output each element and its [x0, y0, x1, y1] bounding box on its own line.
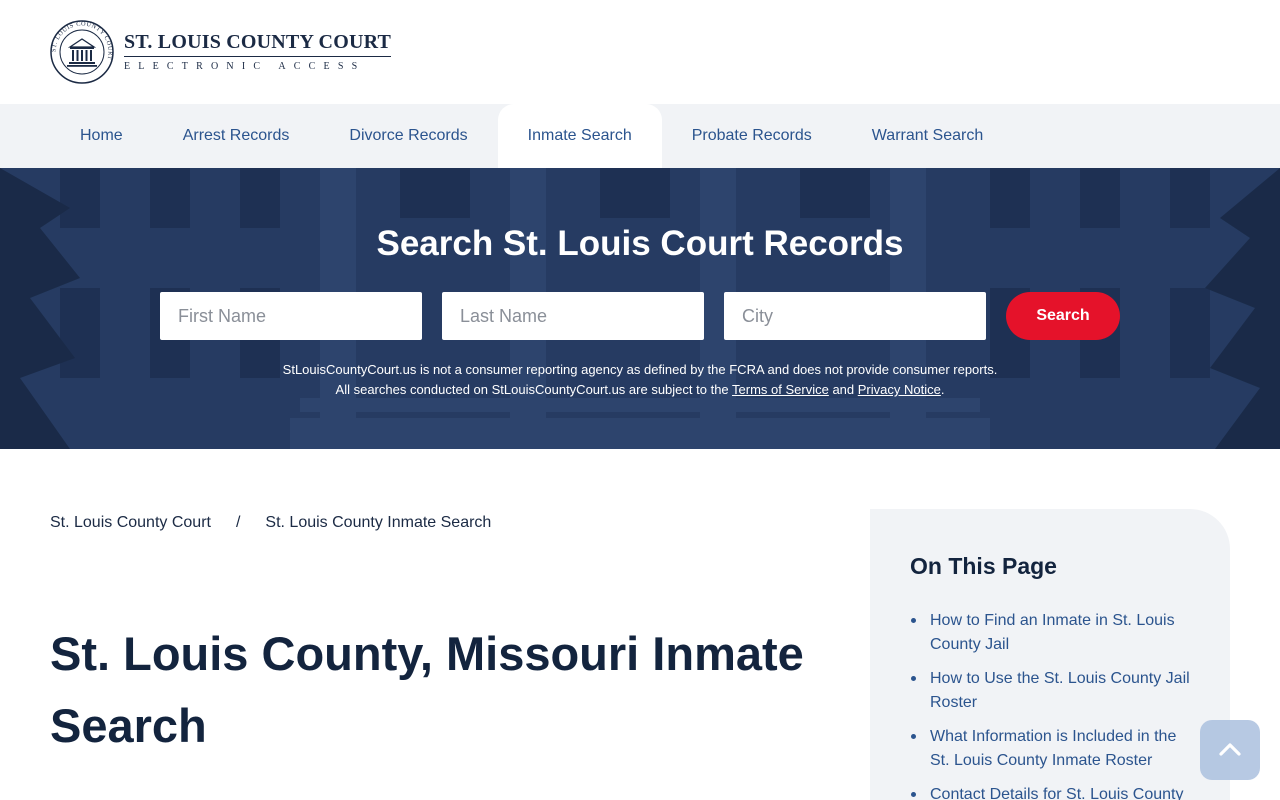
disclaimer-period: . — [940, 382, 945, 397]
main-nav: Home Arrest Records Divorce Records Inma… — [0, 104, 1280, 168]
hero-title: Search St. Louis Court Records — [376, 224, 904, 263]
breadcrumb-separator: / — [235, 514, 241, 531]
toc-link-roster-info[interactable]: What Information is Included in the St. … — [910, 725, 1200, 773]
privacy-notice-link[interactable]: Privacy Notice — [858, 382, 941, 397]
breadcrumb-home-link[interactable]: St. Louis County Court — [50, 514, 211, 532]
disclaimer-line-1: StLouisCountyCourt.us is not a consumer … — [282, 362, 998, 377]
search-form: Search — [160, 292, 1120, 340]
breadcrumb: St. Louis County Court / St. Louis Count… — [50, 512, 491, 534]
nav-arrest-records[interactable]: Arrest Records — [153, 104, 320, 168]
toc-link-contact-details[interactable]: Contact Details for St. Louis County — [910, 783, 1200, 800]
last-name-input[interactable] — [442, 292, 704, 340]
nav-warrant-search[interactable]: Warrant Search — [842, 104, 1013, 168]
fcra-disclaimer: StLouisCountyCourt.us is not a consumer … — [0, 360, 1280, 400]
back-to-top-button[interactable] — [1200, 720, 1260, 780]
terms-of-service-link[interactable]: Terms of Service — [732, 382, 829, 397]
logo-title: ST. LOUIS COUNTY COURT — [124, 31, 392, 57]
nav-probate-records[interactable]: Probate Records — [662, 104, 842, 168]
nav-inmate-search[interactable]: Inmate Search — [497, 104, 662, 168]
site-logo[interactable]: ST. LOUIS COUNTY COURT ST. LOUIS COUNTY … — [50, 19, 392, 85]
page-title: St. Louis County, Missouri Inmate Search — [50, 627, 804, 752]
nav-divorce-records[interactable]: Divorce Records — [319, 104, 497, 168]
toc-title: On This Page — [910, 553, 1057, 579]
breadcrumb-current: St. Louis County Inmate Search — [265, 514, 492, 531]
disclaimer-prefix: All searches conducted on StLouisCountyC… — [335, 382, 733, 397]
search-button[interactable]: Search — [1006, 292, 1120, 340]
logo-subtitle: ELECTRONIC ACCESS — [124, 61, 366, 72]
toc-list: How to Find an Inmate in St. Louis Count… — [910, 609, 1200, 800]
city-input[interactable] — [724, 292, 986, 340]
chevron-up-icon — [1219, 743, 1241, 756]
first-name-input[interactable] — [160, 292, 422, 340]
disclaimer-line-2: All searches conducted on StLouisCountyC… — [0, 380, 1280, 400]
site-header: ST. LOUIS COUNTY COURT ST. LOUIS COUNTY … — [0, 0, 1280, 104]
nav-home[interactable]: Home — [50, 104, 153, 168]
hero-search-section: Search St. Louis Court Records Search St… — [0, 168, 1280, 449]
courthouse-seal-icon: ST. LOUIS COUNTY COURT — [50, 20, 114, 84]
disclaimer-and: and — [828, 382, 858, 397]
on-this-page-sidebar: On This Page How to Find an Inmate in St… — [870, 509, 1230, 800]
toc-link-find-inmate[interactable]: How to Find an Inmate in St. Louis Count… — [910, 609, 1200, 657]
toc-link-jail-roster[interactable]: How to Use the St. Louis County Jail Ros… — [910, 667, 1200, 715]
